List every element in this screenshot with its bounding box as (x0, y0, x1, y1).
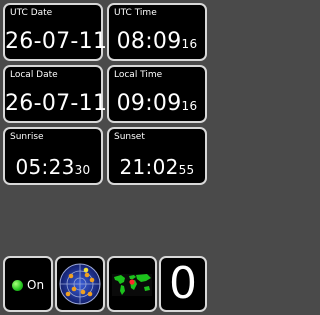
local-date-label: Local Date (10, 70, 58, 80)
sunrise-label: Sunrise (10, 132, 44, 142)
local-time-seconds: 16 (181, 99, 198, 113)
status-indicator-icon (12, 280, 23, 291)
sunrise-tile[interactable]: Sunrise 05:2330 (3, 127, 103, 185)
satellite-count-button[interactable]: 0 (159, 256, 207, 312)
world-map-button[interactable] (107, 256, 157, 312)
sunrise-hhmm: 05:23 (15, 155, 75, 179)
utc-time-tile[interactable]: UTC Time 08:0916 (107, 3, 207, 61)
local-time-value: 09:0916 (109, 91, 205, 116)
utc-date-label: UTC Date (10, 8, 53, 18)
local-time-label: Local Time (114, 70, 163, 80)
satellite-count: 0 (169, 258, 197, 309)
gps-status-button[interactable]: On (3, 256, 53, 312)
sunrise-seconds: 30 (74, 163, 91, 177)
world-map-icon (112, 274, 152, 296)
local-date-value: 26-07-11 (5, 91, 108, 116)
sunset-hhmm: 21:02 (119, 155, 179, 179)
satellite-radar-icon (59, 263, 101, 305)
sunset-value: 21:0255 (109, 155, 205, 179)
sunset-tile[interactable]: Sunset 21:0255 (107, 127, 207, 185)
utc-time-label: UTC Time (114, 8, 157, 18)
gps-status-label: On (27, 278, 45, 292)
utc-date-value: 26-07-11 (5, 29, 108, 54)
sunset-seconds: 55 (178, 163, 195, 177)
utc-date-tile[interactable]: UTC Date 26-07-11 (3, 3, 108, 61)
sunset-label: Sunset (114, 132, 145, 142)
utc-time-value: 08:0916 (109, 29, 205, 54)
local-time-hhmm: 09:09 (116, 91, 182, 116)
satellite-radar-button[interactable] (55, 256, 105, 312)
local-time-tile[interactable]: Local Time 09:0916 (107, 65, 207, 123)
local-date-tile[interactable]: Local Date 26-07-11 (3, 65, 108, 123)
utc-time-seconds: 16 (181, 37, 198, 51)
sunrise-value: 05:2330 (5, 155, 101, 179)
utc-time-hhmm: 08:09 (116, 29, 182, 54)
